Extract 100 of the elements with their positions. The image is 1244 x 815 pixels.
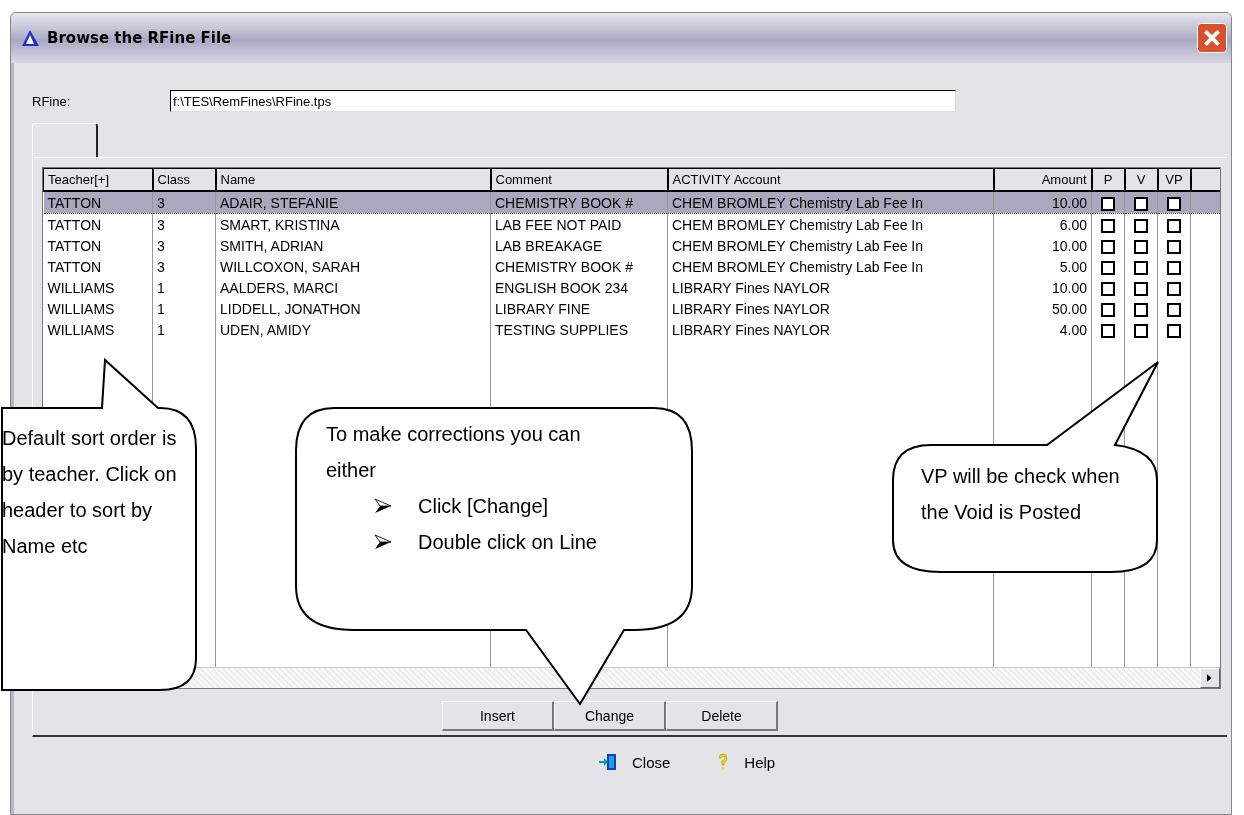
table-cell: TATTON bbox=[47, 237, 102, 254]
app-icon bbox=[21, 29, 41, 47]
bullet-text: Double click on Line bbox=[418, 530, 597, 555]
table-cell: WILLIAMS bbox=[47, 279, 115, 296]
table-cell: CHEMISTRY BOOK # bbox=[495, 258, 633, 275]
window-title: Browse the RFine File bbox=[47, 29, 233, 47]
table-cell: 1 bbox=[157, 300, 165, 317]
table-cell: 3 bbox=[157, 216, 165, 233]
help-button[interactable]: Help bbox=[716, 753, 776, 771]
scroll-right-button[interactable] bbox=[1200, 668, 1220, 688]
table-cell: LIBRARY Fines NAYLOR bbox=[672, 279, 830, 296]
checkbox[interactable] bbox=[1134, 302, 1148, 317]
checkbox[interactable] bbox=[1134, 218, 1148, 233]
table-cell: TESTING SUPPLIES bbox=[495, 321, 629, 338]
table-cell: LIBRARY Fines NAYLOR bbox=[672, 321, 830, 338]
table-row[interactable]: TATTON 3 SMART, KRISTINA LAB FEE NOT PAID CHEM BROMLEY Chemistry Lab Fee In 6.00 bbox=[43, 213, 1220, 235]
checkbox[interactable] bbox=[1134, 323, 1148, 338]
checkbox[interactable] bbox=[1134, 239, 1148, 254]
table-cell: LIBRARY FINE bbox=[495, 300, 591, 317]
table-cell: CHEM BROMLEY Chemistry Lab Fee In bbox=[672, 237, 924, 254]
table-cell: CHEM BROMLEY Chemistry Lab Fee In bbox=[672, 194, 924, 211]
table-cell: LIDDELL, JONATHON bbox=[220, 300, 361, 317]
table-cell: ENGLISH BOOK 234 bbox=[495, 279, 629, 296]
table-cell: 3 bbox=[157, 194, 165, 211]
table-cell: LIBRARY Fines NAYLOR bbox=[672, 300, 830, 317]
table-row[interactable]: WILLIAMS 1 LIDDELL, JONATHON LIBRARY FINE LIBRARY Fines NAYLOR 50.00 bbox=[43, 298, 1220, 319]
table-cell: SMITH, ADRIAN bbox=[220, 237, 324, 254]
table-cell: WILLCOXON, SARAH bbox=[220, 258, 361, 275]
bullet-text: Click [Change] bbox=[418, 494, 549, 519]
table-cell: 50.00 bbox=[1051, 300, 1087, 317]
checkbox[interactable] bbox=[1101, 323, 1115, 338]
callout-text: VP will be check when the Void is Posted bbox=[921, 464, 1121, 525]
callout-text: Default sort order is by teacher. Click on header to sort by Name etc bbox=[2, 426, 177, 559]
table-cell: LAB BREAKAGE bbox=[495, 237, 603, 254]
checkbox[interactable] bbox=[1101, 281, 1115, 296]
callout-text: To make corrections you can either bbox=[326, 422, 582, 483]
field-label: RFine: bbox=[32, 93, 72, 109]
checkbox[interactable] bbox=[1167, 260, 1181, 275]
checkbox[interactable] bbox=[1167, 196, 1181, 211]
question-mark-icon bbox=[716, 753, 731, 771]
table-cell: TATTON bbox=[47, 194, 102, 211]
arrowhead-bullet-icon bbox=[374, 498, 392, 514]
checkbox[interactable] bbox=[1134, 196, 1148, 211]
checkbox[interactable] bbox=[1134, 281, 1148, 296]
checkbox[interactable] bbox=[1167, 302, 1181, 317]
column-header[interactable]: Class bbox=[152, 168, 216, 191]
tab[interactable] bbox=[32, 123, 98, 157]
table-row[interactable]: TATTON 3 WILLCOXON, SARAH CHEMISTRY BOOK # CHEM BROMLEY Chemistry Lab Fee In 5.00 bbox=[43, 256, 1220, 277]
push-button[interactable]: Insert bbox=[442, 701, 554, 731]
close-button[interactable]: Close bbox=[598, 753, 671, 771]
column-header[interactable]: Comment bbox=[490, 168, 668, 191]
checkbox[interactable] bbox=[1167, 323, 1181, 338]
checkbox[interactable] bbox=[1167, 218, 1181, 233]
table-cell: UDEN, AMIDY bbox=[220, 321, 311, 338]
table-cell: 3 bbox=[157, 237, 165, 254]
table-cell: CHEMISTRY BOOK # bbox=[495, 194, 633, 211]
table-cell: SMART, KRISTINA bbox=[220, 216, 340, 233]
table-row[interactable]: TATTON 3 ADAIR, STEFANIE CHEMISTRY BOOK # CHEM BROMLEY Chemistry Lab Fee In 10.00 bbox=[43, 191, 1220, 214]
table-cell: 10.00 bbox=[1051, 194, 1087, 211]
arrowhead-bullet-icon bbox=[374, 534, 392, 550]
table-cell: TATTON bbox=[47, 216, 102, 233]
column-header[interactable]: ACTIVITY Account bbox=[667, 168, 994, 191]
table-row[interactable]: TATTON 3 SMITH, ADRIAN LAB BREAKAGE CHEM BROMLEY Chemistry Lab Fee In 10.00 bbox=[43, 235, 1220, 256]
close-button[interactable] bbox=[1197, 23, 1227, 53]
column-header[interactable]: Amount bbox=[993, 168, 1092, 191]
file-path-field[interactable]: f:\TES\RemFines\RFine.tps bbox=[170, 90, 956, 112]
push-button[interactable]: Delete bbox=[666, 701, 778, 731]
table-cell: 6.00 bbox=[1059, 216, 1087, 233]
table-row[interactable]: WILLIAMS 1 AALDERS, MARCI ENGLISH BOOK 234 LIBRARY Fines NAYLOR 10.00 bbox=[43, 277, 1220, 298]
table-cell: 10.00 bbox=[1051, 237, 1087, 254]
table-cell: CHEM BROMLEY Chemistry Lab Fee In bbox=[672, 258, 924, 275]
checkbox[interactable] bbox=[1101, 218, 1115, 233]
checkbox[interactable] bbox=[1101, 239, 1115, 254]
column-header[interactable]: VP bbox=[1157, 168, 1191, 191]
push-button[interactable]: Change bbox=[554, 701, 666, 731]
table-cell: WILLIAMS bbox=[47, 321, 115, 338]
table-cell: LAB FEE NOT PAID bbox=[495, 216, 622, 233]
table-cell: 4.00 bbox=[1059, 321, 1087, 338]
column-header[interactable]: Name bbox=[215, 168, 491, 191]
column-header[interactable]: P bbox=[1091, 168, 1125, 191]
table-cell: TATTON bbox=[47, 258, 102, 275]
checkbox[interactable] bbox=[1167, 281, 1181, 296]
checkbox[interactable] bbox=[1167, 239, 1181, 254]
table-cell: 10.00 bbox=[1051, 279, 1087, 296]
table-cell: ADAIR, STEFANIE bbox=[220, 194, 339, 211]
checkbox[interactable] bbox=[1101, 196, 1115, 211]
table-cell: 5.00 bbox=[1059, 258, 1087, 275]
checkbox[interactable] bbox=[1101, 302, 1115, 317]
triangle-right-icon bbox=[1207, 673, 1213, 683]
column-header[interactable]: Teacher[+] bbox=[43, 168, 153, 191]
close-icon bbox=[1201, 27, 1223, 49]
table-cell: AALDERS, MARCI bbox=[220, 279, 339, 296]
checkbox[interactable] bbox=[1134, 260, 1148, 275]
column-header[interactable]: V bbox=[1124, 168, 1158, 191]
table-cell: WILLIAMS bbox=[47, 300, 115, 317]
table-cell: CHEM BROMLEY Chemistry Lab Fee In bbox=[672, 216, 924, 233]
checkbox[interactable] bbox=[1101, 260, 1115, 275]
table-cell: 3 bbox=[157, 258, 165, 275]
table-row[interactable]: WILLIAMS 1 UDEN, AMIDY TESTING SUPPLIES LIBRARY Fines NAYLOR 4.00 bbox=[43, 319, 1220, 340]
exit-door-icon bbox=[598, 753, 618, 771]
